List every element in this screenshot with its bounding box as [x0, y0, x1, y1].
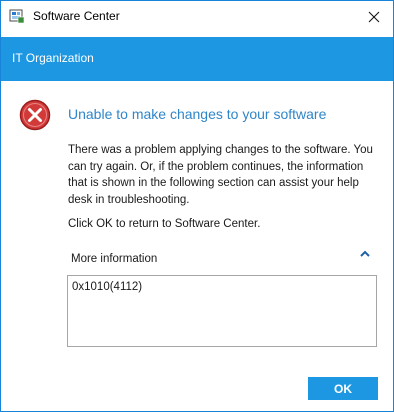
error-details-box[interactable]: 0x1010(4112): [67, 275, 377, 347]
organization-name: IT Organization: [12, 51, 94, 65]
more-information-header[interactable]: More information: [68, 245, 378, 267]
dialog-window: Software Center IT Organization Unable t…: [0, 0, 394, 412]
organization-banner: IT Organization: [1, 37, 393, 81]
chevron-up-icon[interactable]: [359, 249, 371, 259]
error-icon: [19, 99, 51, 131]
error-heading: Unable to make changes to your software: [68, 106, 327, 122]
return-instruction: Click OK to return to Software Center.: [68, 218, 261, 230]
error-code: 0x1010(4112): [72, 281, 143, 293]
close-button[interactable]: [355, 1, 393, 32]
window-title: Software Center: [33, 9, 120, 23]
more-information-label: More information: [71, 253, 158, 265]
ok-button[interactable]: OK: [308, 377, 378, 400]
error-message: There was a problem applying changes to …: [68, 144, 373, 206]
software-center-icon: [9, 9, 25, 24]
title-bar: Software Center: [1, 1, 393, 32]
close-icon: [368, 11, 380, 22]
